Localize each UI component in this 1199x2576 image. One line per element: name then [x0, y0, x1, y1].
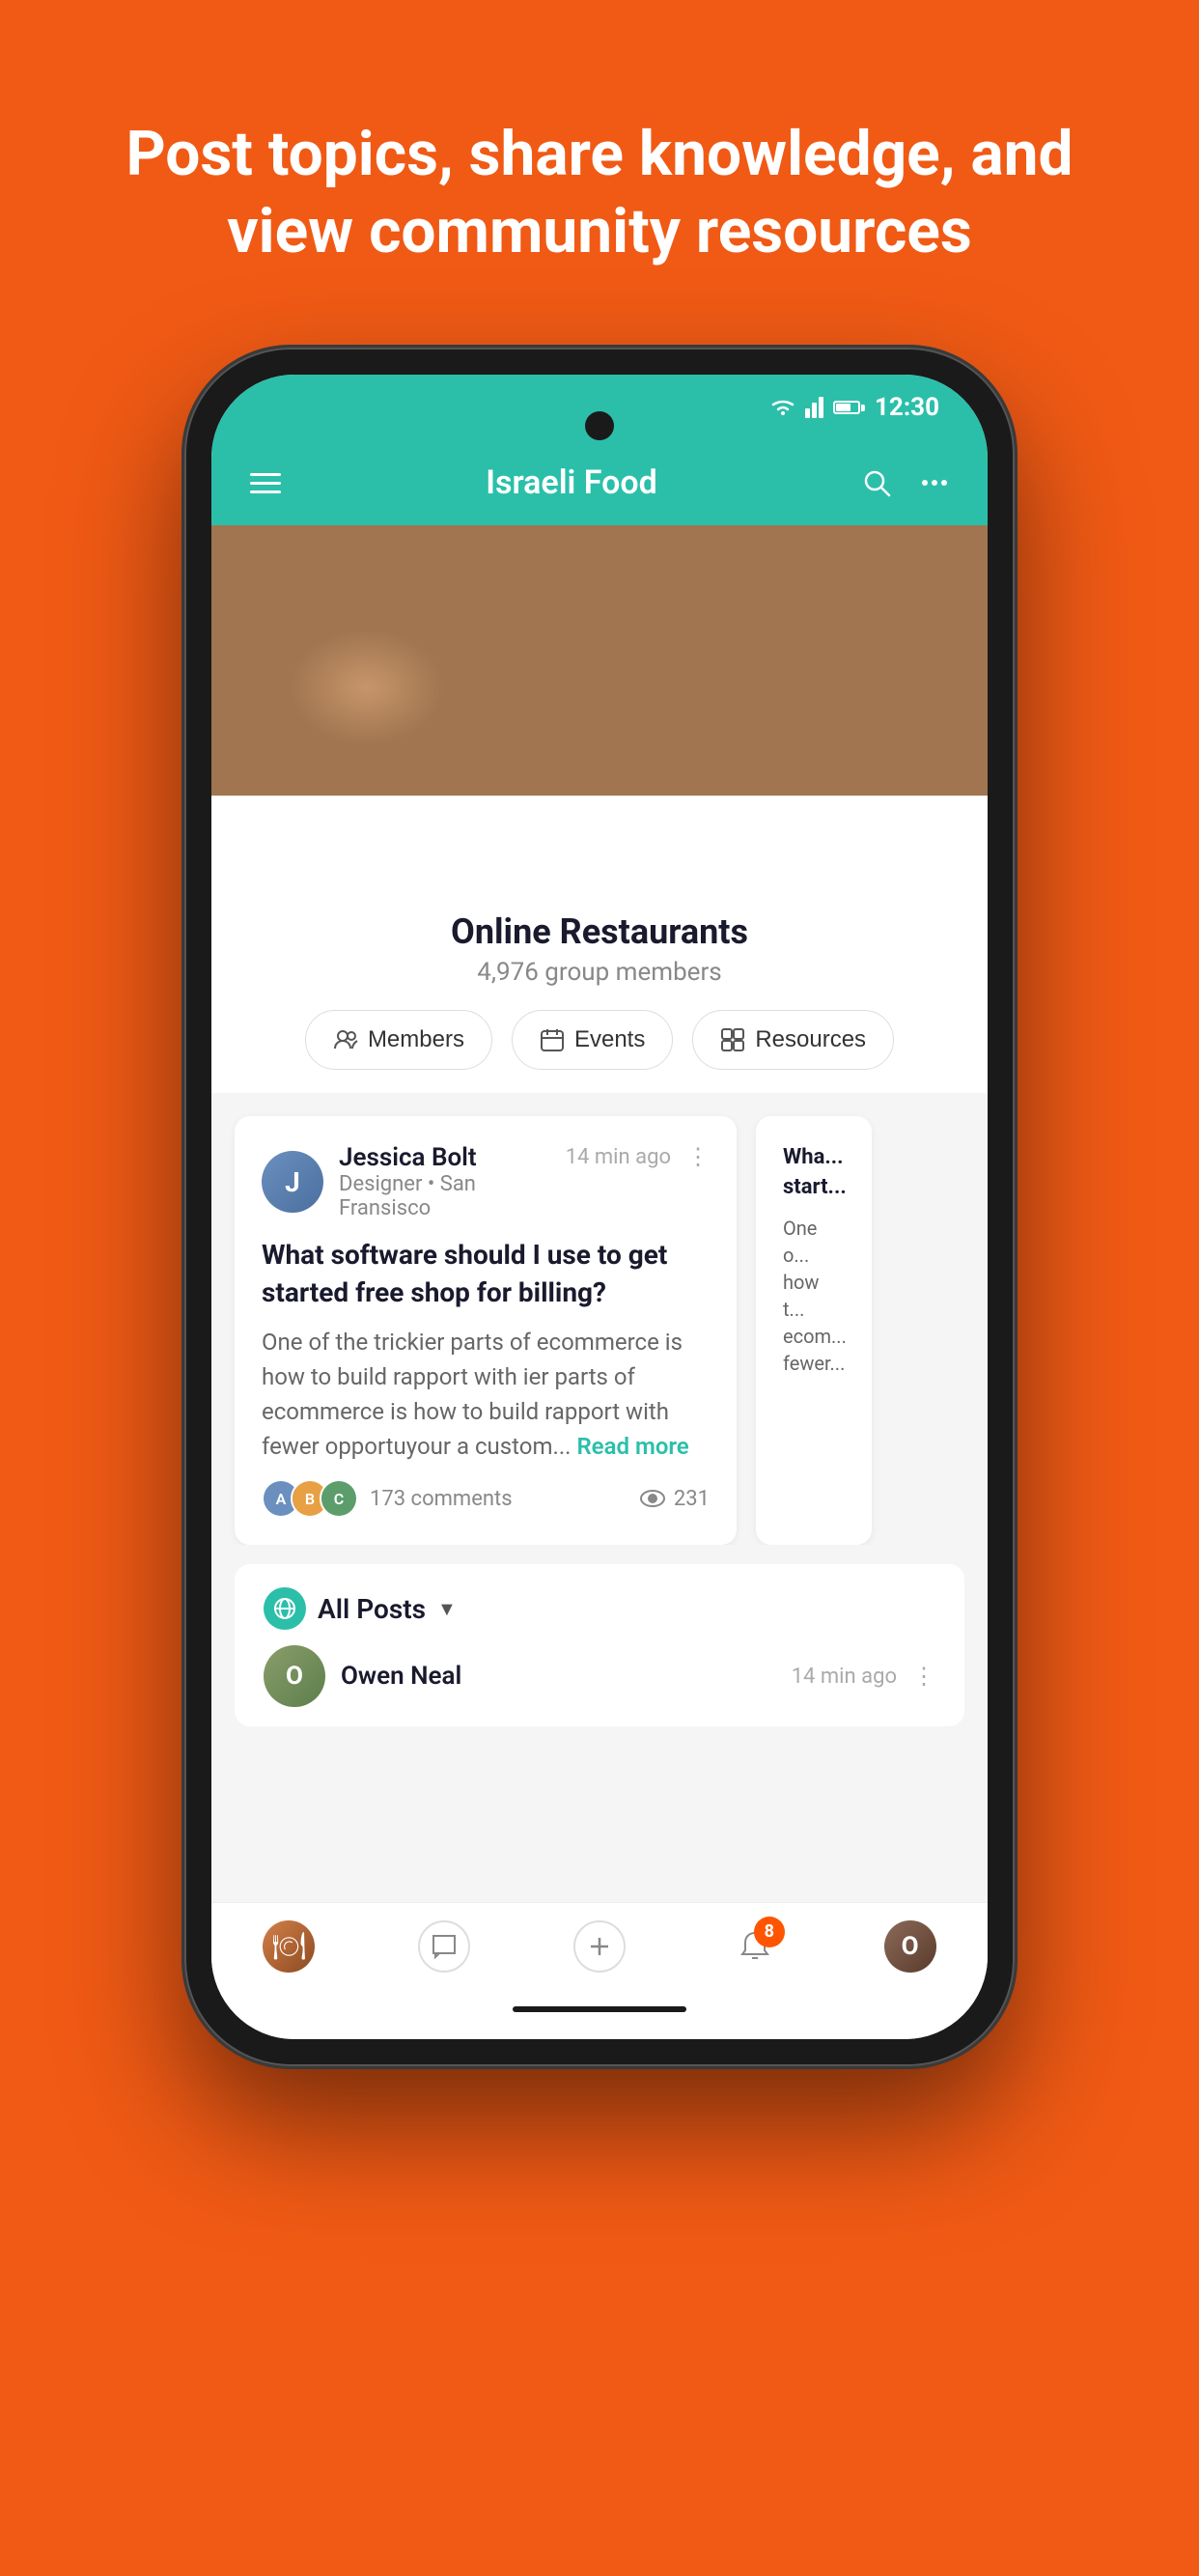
phone-screen: 12:30 Israeli Food: [211, 375, 988, 2039]
all-posts-row[interactable]: All Posts ▼: [235, 1564, 964, 1645]
globe-icon: [264, 1587, 306, 1630]
group-name: Online Restaurants: [451, 911, 748, 952]
food-home-icon: 🍽: [263, 1920, 315, 1973]
battery-icon: [833, 401, 865, 414]
signal-icon: [805, 397, 823, 418]
post-body: One of the trickier parts of ecommerce i…: [262, 1325, 710, 1464]
next-post-user-name: Owen Neal: [341, 1662, 461, 1691]
events-button[interactable]: Events: [512, 1010, 673, 1070]
hero-text: Post topics, share knowledge, and view c…: [0, 0, 1199, 348]
views-icon: [639, 1489, 666, 1508]
next-post-info: Owen Neal: [341, 1662, 461, 1691]
post-user: J Jessica Bolt Designer • San Fransisco: [262, 1143, 566, 1220]
members-button[interactable]: Members: [305, 1010, 492, 1070]
events-label: Events: [574, 1026, 645, 1053]
next-post-avatar: O: [264, 1645, 325, 1707]
profile-section: Online Restaurants 4,976 group members M…: [211, 796, 988, 1093]
profile-icon: O: [884, 1920, 936, 1973]
nav-notifications[interactable]: 8: [729, 1920, 781, 1973]
status-icons: 12:30: [770, 393, 939, 422]
post-card-partial: Wha...start... One o...how t...ecom...fe…: [756, 1116, 872, 1545]
bottom-navigation: 🍽: [211, 1902, 988, 2008]
resources-button[interactable]: Resources: [692, 1010, 894, 1070]
chat-icon: [418, 1920, 470, 1973]
add-icon: [573, 1920, 626, 1973]
nav-profile[interactable]: O: [884, 1920, 936, 1973]
post-title: What software should I use to get starte…: [262, 1236, 710, 1311]
nav-add[interactable]: [573, 1920, 626, 1973]
next-post-time: 14 min ago: [792, 1665, 897, 1689]
nav-bar: Israeli Food: [211, 440, 988, 525]
partial-post-title: Wha...start...: [783, 1143, 845, 1203]
posts-section: J Jessica Bolt Designer • San Fransisco …: [211, 1093, 988, 1902]
post-time: 14 min ago: [566, 1145, 671, 1169]
wifi-icon: [770, 398, 795, 417]
post-user-avatar: J: [262, 1151, 323, 1213]
nav-chat[interactable]: [418, 1920, 470, 1973]
status-time: 12:30: [875, 393, 939, 422]
globe-svg: [273, 1597, 296, 1620]
posts-horizontal-scroll[interactable]: J Jessica Bolt Designer • San Fransisco …: [211, 1093, 988, 1545]
search-icon[interactable]: [862, 468, 891, 497]
calendar-icon: [540, 1027, 565, 1052]
next-post-more-icon[interactable]: ⋮: [912, 1663, 935, 1690]
group-members: 4,976 group members: [477, 958, 721, 987]
nav-title: Israeli Food: [486, 463, 657, 502]
resources-icon: [720, 1027, 745, 1052]
phone-frame: 12:30 Israeli Food: [184, 348, 1015, 2066]
profile-avatar-img: O: [884, 1920, 936, 1973]
next-post-preview: O Owen Neal 14 min ago ⋮: [235, 1645, 964, 1726]
members-label: Members: [368, 1026, 464, 1053]
home-indicator-container: [211, 2008, 988, 2039]
partial-post-body: One o...how t...ecom...fewer...: [783, 1215, 845, 1377]
phone-mockup: 12:30 Israeli Food: [184, 348, 1015, 2066]
home-indicator: [513, 2006, 686, 2012]
views-number: 231: [674, 1487, 710, 1511]
post-user-avatar-img: J: [262, 1151, 323, 1213]
all-posts-dropdown-icon[interactable]: ▼: [437, 1597, 457, 1621]
post-header: J Jessica Bolt Designer • San Fransisco …: [262, 1143, 710, 1220]
next-post-avatar-img: O: [264, 1645, 325, 1707]
post-card-main: J Jessica Bolt Designer • San Fransisco …: [235, 1116, 737, 1545]
camera-cutout: [585, 411, 614, 440]
commenter-avatars: A B C: [262, 1479, 358, 1518]
banner-food-image: [211, 525, 988, 796]
members-icon: [333, 1027, 358, 1052]
add-svg: [585, 1932, 614, 1961]
post-more-icon[interactable]: ⋮: [686, 1143, 710, 1170]
nav-home[interactable]: 🍽: [263, 1920, 315, 1973]
nav-icons: [862, 468, 949, 497]
chat-svg: [430, 1932, 459, 1961]
view-count: 231: [639, 1487, 710, 1511]
post-user-role: Designer • San Fransisco: [339, 1172, 566, 1220]
action-buttons: Members Events Resources: [305, 1010, 894, 1070]
all-posts-label: All Posts: [318, 1593, 426, 1625]
post-user-name: Jessica Bolt: [339, 1143, 566, 1172]
resources-label: Resources: [755, 1026, 866, 1053]
notification-badge: 8: [754, 1917, 785, 1947]
post-user-info: Jessica Bolt Designer • San Fransisco: [339, 1143, 566, 1220]
group-banner: 🍲: [211, 525, 988, 796]
hamburger-menu-icon[interactable]: [250, 473, 281, 493]
post-commenters: A B C 173 comments: [262, 1479, 513, 1518]
more-options-icon[interactable]: [920, 468, 949, 497]
comments-count: 173 comments: [370, 1487, 513, 1511]
post-footer: A B C 173 comments: [262, 1479, 710, 1518]
commenter-avatar-3: C: [320, 1479, 358, 1518]
read-more-link[interactable]: Read more: [576, 1433, 688, 1460]
